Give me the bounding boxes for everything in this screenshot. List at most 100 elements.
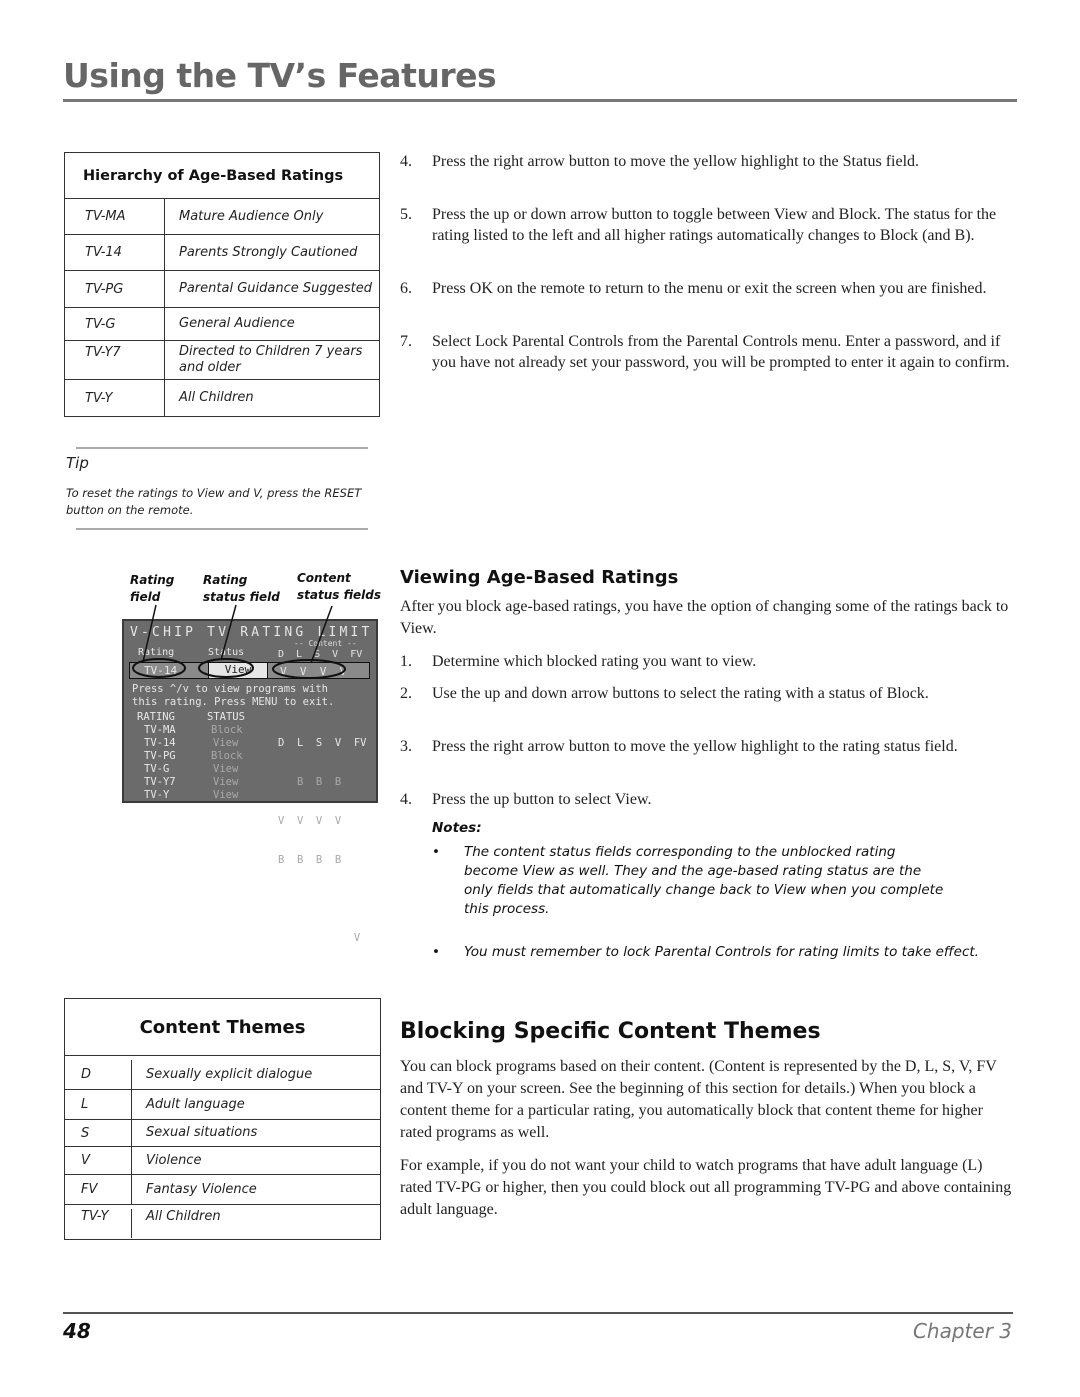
tip-divider-bottom bbox=[76, 528, 368, 530]
rating-column-label: Rating bbox=[138, 647, 175, 658]
theme-code: V bbox=[65, 1147, 132, 1174]
content-status-fields: V V V V bbox=[280, 665, 347, 678]
table-row: TV-14 Parents Strongly Cautioned bbox=[65, 235, 379, 271]
step-number: 4. bbox=[400, 791, 412, 808]
list-rating: TV-Y7 bbox=[144, 776, 176, 788]
rating-description: Mature Audience Only bbox=[179, 208, 324, 224]
footer-divider bbox=[63, 1312, 1013, 1314]
step-item: 7. Select Lock Parental Controls from th… bbox=[400, 331, 1018, 373]
theme-description: All Children bbox=[146, 1209, 221, 1224]
tip-text: To reset the ratings to View and V, pres… bbox=[66, 486, 362, 517]
blocking-heading: Blocking Specific Content Themes bbox=[400, 1019, 821, 1044]
list-rating: TV-MA bbox=[144, 724, 176, 736]
content-columns-label: D L S V FV bbox=[278, 649, 363, 660]
note-text: The content status fields corresponding … bbox=[464, 844, 944, 917]
rating-description: Parental Guidance Suggested bbox=[179, 281, 372, 296]
callout-rating-status-field: Rating status field bbox=[203, 573, 280, 604]
tip-label: Tip bbox=[66, 454, 89, 472]
list-status: View bbox=[213, 737, 239, 749]
step-number: 6. bbox=[400, 280, 412, 297]
step-item: 1. Determine which blocked rating you wa… bbox=[400, 651, 1018, 672]
note-text: You must remember to lock Parental Contr… bbox=[464, 944, 979, 960]
list-content: B B B bbox=[278, 776, 342, 788]
theme-code: S bbox=[65, 1120, 132, 1146]
table-row: S Sexual situations bbox=[65, 1120, 380, 1147]
list-rating: TV-Y bbox=[144, 789, 170, 801]
content-group-label: -- Content -- bbox=[294, 639, 357, 648]
step-number: 2. bbox=[400, 685, 412, 702]
status-column-label: Status bbox=[208, 647, 245, 658]
help-line-1: Press ^/v to view programs with bbox=[132, 683, 328, 695]
list-content: V V V V bbox=[278, 815, 342, 827]
theme-description: Fantasy Violence bbox=[146, 1181, 257, 1197]
note-item: • The content status fields correspondin… bbox=[432, 843, 952, 919]
list-rating: TV-PG bbox=[144, 750, 176, 762]
vchip-screen-title: V-CHIP TV RATING LIMIT bbox=[130, 625, 373, 640]
vchip-screen: V-CHIP TV RATING LIMIT -- Content -- Rat… bbox=[122, 619, 378, 944]
title-divider bbox=[63, 99, 1017, 102]
theme-code: FV bbox=[65, 1175, 132, 1204]
note-item: • You must remember to lock Parental Con… bbox=[432, 943, 1002, 962]
rating-description: All Children bbox=[179, 390, 254, 405]
list-status: View bbox=[213, 763, 239, 775]
rating-code: TV-G bbox=[65, 308, 165, 340]
step-text: Press the right arrow button to move the… bbox=[432, 738, 958, 755]
step-number: 5. bbox=[400, 206, 412, 223]
blocking-paragraph-2: For example, if you do not want your chi… bbox=[400, 1157, 1012, 1218]
step-number: 3. bbox=[400, 738, 412, 755]
rating-status-field: View bbox=[208, 662, 268, 679]
notes-label: Notes: bbox=[432, 820, 482, 836]
content-list: D L S V FV B B B V V V V B B B B V bbox=[278, 711, 367, 1010]
step-item: 4. Press the up button to select View. bbox=[400, 789, 1018, 810]
list-status: View bbox=[213, 789, 239, 801]
step-item: 5. Press the up or down arrow button to … bbox=[400, 204, 1018, 246]
rating-code: TV-PG bbox=[65, 271, 165, 307]
list-header-status: STATUS bbox=[207, 711, 245, 723]
content-themes-table-title: Content Themes bbox=[65, 999, 380, 1056]
theme-code: L bbox=[65, 1090, 132, 1119]
list-header-rating: RATING bbox=[137, 711, 175, 723]
rating-code: TV-Y7 bbox=[65, 341, 165, 379]
table-row: TV-Y All Children bbox=[65, 380, 379, 416]
step-text: Select Lock Parental Controls from the P… bbox=[432, 333, 1010, 371]
rating-code: TV-Y bbox=[65, 380, 165, 416]
rating-list: RATING TV-MA TV-14 TV-PG TV-G TV-Y7 TV-Y bbox=[137, 711, 176, 802]
list-header-content: D L S V FV bbox=[278, 737, 367, 749]
list-rating: TV-14 bbox=[144, 737, 176, 749]
status-list: STATUS Block View Block View View View bbox=[207, 711, 245, 802]
table-row: TV-G General Audience bbox=[65, 308, 379, 341]
callout-content-status-fields: Content status fields bbox=[297, 571, 382, 602]
list-content bbox=[278, 971, 367, 984]
step-text: Press the up button to select View. bbox=[432, 791, 652, 808]
step-number: 1. bbox=[400, 653, 412, 670]
theme-description: Sexual situations bbox=[146, 1125, 258, 1140]
page-number: 48 bbox=[63, 1319, 91, 1343]
table-row: V Violence bbox=[65, 1147, 380, 1175]
table-row: TV-Y7 Directed to Children 7 years and o… bbox=[65, 341, 379, 380]
age-ratings-table: Hierarchy of Age-Based Ratings TV-MA Mat… bbox=[64, 152, 380, 417]
step-text: Press OK on the remote to return to the … bbox=[432, 280, 987, 297]
list-status: Block bbox=[211, 750, 243, 762]
blocking-paragraph-1: You can block programs based on their co… bbox=[400, 1058, 997, 1141]
table-row: TV-Y All Children bbox=[65, 1205, 380, 1238]
table-row: FV Fantasy Violence bbox=[65, 1175, 380, 1205]
rating-code: TV-14 bbox=[65, 235, 165, 270]
step-item: 4. Press the right arrow button to move … bbox=[400, 151, 1018, 172]
list-content: B B B B bbox=[278, 854, 342, 866]
table-row: TV-MA Mature Audience Only bbox=[65, 199, 379, 235]
bullet-icon: • bbox=[432, 844, 440, 860]
rating-description: Directed to Children 7 years and older bbox=[179, 344, 363, 375]
step-text: Use the up and down arrow buttons to sel… bbox=[432, 685, 929, 702]
rating-description: Parents Strongly Cautioned bbox=[179, 244, 358, 260]
step-text: Press the up or down arrow button to tog… bbox=[432, 206, 997, 244]
theme-description: Adult language bbox=[146, 1096, 245, 1112]
help-line-2: this rating. Press MENU to exit. bbox=[132, 696, 335, 708]
rating-field: TV-14 bbox=[144, 664, 178, 677]
step-item: 2. Use the up and down arrow buttons to … bbox=[400, 683, 970, 704]
table-row: L Adult language bbox=[65, 1090, 380, 1120]
list-rating: TV-G bbox=[144, 763, 170, 775]
step-number: 4. bbox=[400, 153, 412, 170]
viewing-intro: After you block age-based ratings, you h… bbox=[400, 598, 1009, 637]
callout-rating-field: Rating field bbox=[130, 573, 175, 604]
step-text: Determine which blocked rating you want … bbox=[432, 653, 757, 670]
